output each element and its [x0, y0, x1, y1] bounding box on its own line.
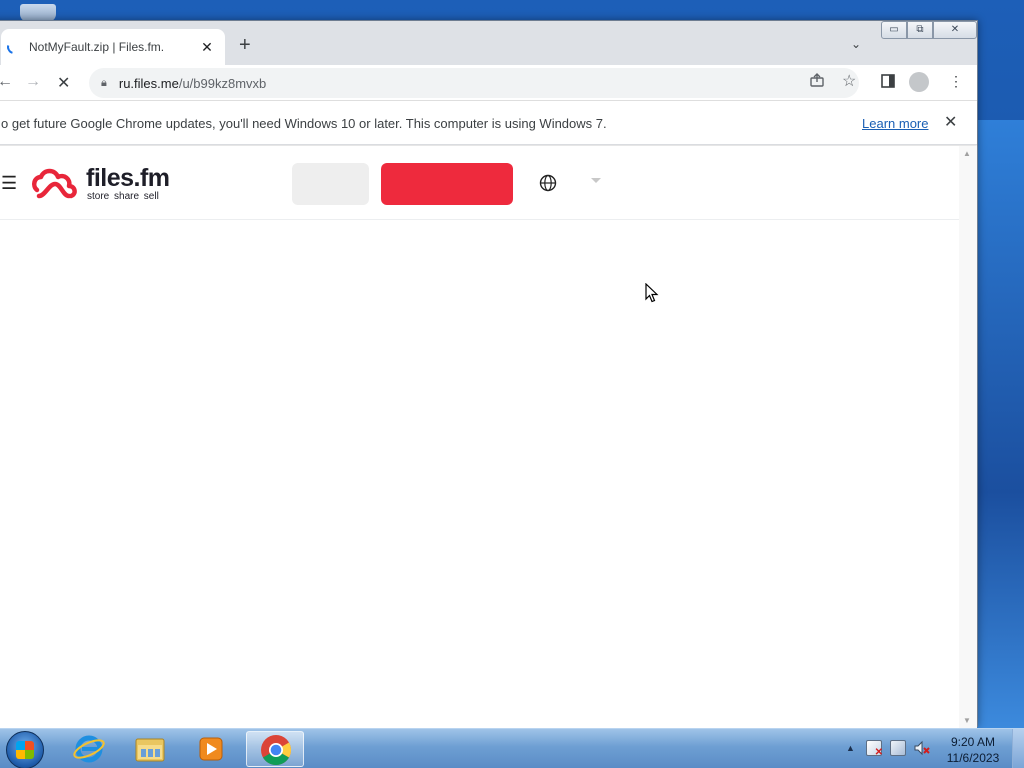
tab-title: NotMyFault.zip | Files.fm.	[29, 40, 165, 54]
address-bar[interactable]: 🔒︎ ru.files.me/u/b99kz8mvxb	[89, 68, 859, 98]
clock-time: 9:20 AM	[950, 735, 996, 749]
tab-strip: NotMyFault.zip | Files.fm. ✕ + ⌄	[0, 21, 977, 65]
back-icon[interactable]: ←	[0, 73, 13, 91]
files-fm-logo[interactable]: files.fm store share sell	[31, 164, 181, 204]
tab-search-icon[interactable]: ⌄	[851, 37, 861, 51]
taskbar-media-player[interactable]	[182, 731, 240, 767]
bookmark-star-icon[interactable]: ☆	[842, 71, 856, 91]
taskbar-google-chrome[interactable]	[246, 731, 304, 767]
tab-close-icon[interactable]: ✕	[195, 39, 219, 56]
share-icon[interactable]	[809, 72, 825, 88]
taskbar-internet-explorer[interactable]	[60, 731, 118, 767]
windows-logo-icon	[16, 741, 34, 759]
vertical-scrollbar[interactable]: ▲ ▼	[959, 146, 977, 728]
media-player-icon	[199, 737, 223, 761]
clock-date: 11/6/2023	[946, 751, 1000, 765]
side-panel-icon[interactable]	[881, 74, 895, 88]
infobar-close-icon[interactable]: ✕	[944, 112, 957, 132]
windows-taskbar: ▲ ✕ 9:20 AM 11/6/2023	[0, 728, 1024, 768]
action-center-flag-icon[interactable]: ✕	[866, 740, 883, 758]
close-window-button[interactable]: ✕	[933, 21, 977, 39]
url-path: /u/b99kz8mvxb	[178, 75, 267, 91]
forward-icon[interactable]: →	[25, 73, 41, 91]
cloud-logo-icon	[31, 168, 77, 199]
lock-icon[interactable]: 🔒︎	[101, 77, 107, 90]
language-globe-icon[interactable]	[539, 174, 557, 192]
browser-toolbar: ← → ✕ 🔒︎ ru.files.me/u/b99kz8mvxb ☆ ⋮	[0, 65, 977, 101]
restore-button[interactable]: ⧉	[907, 21, 933, 39]
scroll-down-icon[interactable]: ▼	[963, 716, 971, 725]
site-header: ☰ files.fm store share sell	[0, 146, 959, 220]
infobar-message: o get future Google Chrome updates, you'…	[1, 116, 607, 131]
hamburger-menu-icon[interactable]: ☰	[1, 173, 17, 194]
signup-button[interactable]	[381, 163, 513, 205]
update-infobar: o get future Google Chrome updates, you'…	[0, 101, 977, 145]
show-desktop-button[interactable]	[1012, 729, 1024, 768]
minimize-button[interactable]: ▭	[881, 21, 907, 39]
folder-icon	[135, 738, 165, 762]
language-dropdown-caret-icon[interactable]	[591, 178, 601, 183]
internet-explorer-icon	[73, 735, 105, 763]
scroll-up-icon[interactable]: ▲	[963, 149, 971, 158]
chrome-menu-icon[interactable]: ⋮	[949, 73, 963, 90]
logo-tagline: store share sell	[87, 191, 159, 202]
url-text[interactable]: ru.files.me/u/b99kz8mvxb	[119, 76, 266, 91]
profile-avatar-icon[interactable]	[909, 72, 929, 92]
start-button[interactable]	[6, 731, 44, 768]
learn-more-link[interactable]: Learn more	[862, 116, 928, 131]
stop-loading-icon[interactable]: ✕	[57, 73, 70, 93]
url-host: ru.files.me	[118, 75, 179, 91]
chrome-icon	[261, 735, 292, 766]
show-hidden-icons-icon[interactable]: ▲	[846, 743, 855, 753]
login-button[interactable]	[292, 163, 369, 205]
new-tab-button[interactable]: +	[239, 35, 251, 55]
network-icon[interactable]	[890, 740, 906, 756]
mouse-cursor-icon	[645, 283, 659, 303]
volume-muted-icon[interactable]	[914, 740, 930, 756]
logo-wordmark: files.fm	[86, 164, 170, 192]
taskbar-windows-explorer[interactable]	[121, 731, 179, 767]
chrome-window: NotMyFault.zip | Files.fm. ✕ + ⌄ ▭ ⧉ ✕ ←…	[0, 20, 978, 728]
page-content: ☰ files.fm store share sell	[0, 146, 959, 728]
loading-spinner-icon	[4, 37, 24, 57]
system-clock[interactable]: 9:20 AM 11/6/2023	[938, 734, 1008, 766]
tab-notmyfault[interactable]: NotMyFault.zip | Files.fm. ✕	[1, 29, 225, 65]
